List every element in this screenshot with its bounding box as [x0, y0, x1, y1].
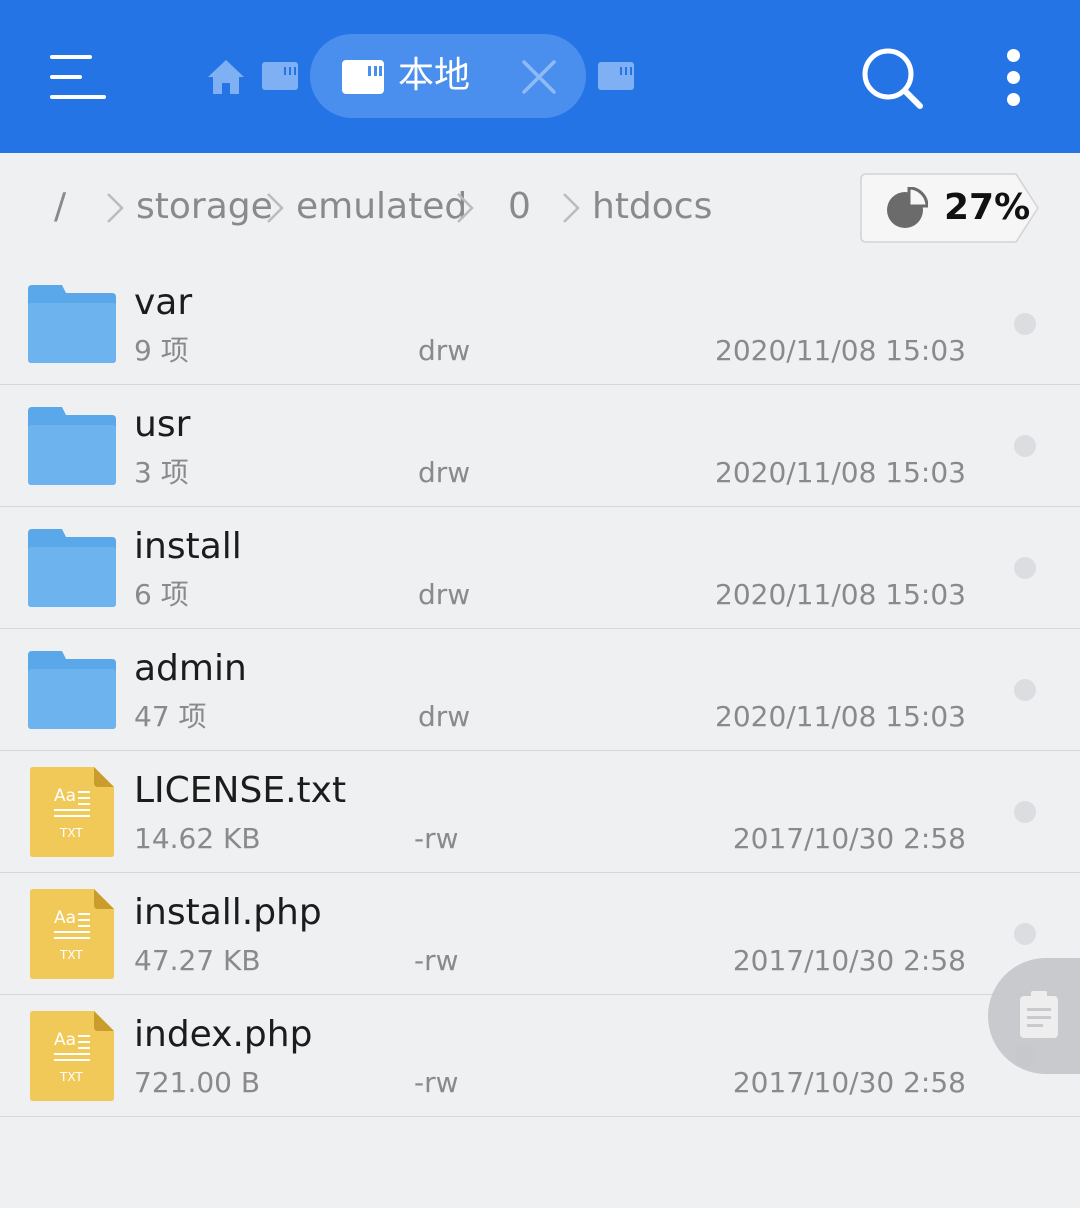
select-checkbox[interactable] — [1014, 557, 1036, 579]
file-name: index.php — [134, 1014, 313, 1055]
file-date: 2020/11/08 15:03 — [715, 456, 966, 489]
svg-text:Aa: Aa — [54, 786, 76, 806]
clipboard-icon — [1020, 991, 1058, 1038]
sd-card-icon[interactable] — [598, 62, 634, 90]
breadcrumb: / storage emulated 0 htdocs 27% — [0, 153, 1080, 263]
svg-text:Aa: Aa — [54, 1030, 76, 1050]
menu-button[interactable] — [40, 45, 116, 109]
file-permissions: -rw — [414, 944, 459, 977]
select-checkbox[interactable] — [1014, 801, 1036, 823]
file-permissions: drw — [418, 700, 471, 733]
menu-icon-line — [50, 75, 82, 79]
menu-icon-line — [50, 95, 106, 99]
text-file-icon: Aa TXT — [30, 889, 114, 983]
tab-label: 本地 — [398, 55, 471, 96]
folder-icon — [28, 651, 116, 733]
folder-icon — [28, 285, 116, 367]
tab-local[interactable]: 本地 — [310, 34, 586, 118]
file-row[interactable]: usr 3 项 drw 2020/11/08 15:03 — [0, 385, 1080, 507]
file-name: LICENSE.txt — [134, 770, 347, 811]
chevron-right-icon — [267, 193, 284, 223]
svg-text:Aa: Aa — [54, 908, 76, 928]
more-vert-icon[interactable] — [990, 44, 1038, 112]
file-date: 2020/11/08 15:03 — [715, 334, 966, 367]
dot — [1007, 93, 1020, 106]
file-permissions: -rw — [414, 822, 459, 855]
select-checkbox[interactable] — [1014, 679, 1036, 701]
item-count: 9 项 — [134, 334, 189, 367]
select-checkbox[interactable] — [1014, 435, 1036, 457]
storage-usage-button[interactable]: 27% — [860, 173, 1040, 243]
dot — [1007, 71, 1020, 84]
file-row[interactable]: install 6 项 drw 2020/11/08 15:03 — [0, 507, 1080, 629]
text-file-icon: Aa TXT — [30, 767, 114, 861]
svg-text:TXT: TXT — [59, 1070, 83, 1084]
file-name: var — [134, 282, 193, 323]
select-checkbox[interactable] — [1014, 313, 1036, 335]
file-row[interactable]: Aa TXT install.php 47.27 KB -rw 2017/10/30 2:… — [0, 873, 1080, 995]
folder-icon — [28, 407, 116, 489]
file-size: 721.00 B — [134, 1066, 261, 1099]
file-name: install — [134, 526, 242, 567]
file-row[interactable]: admin 47 项 drw 2020/11/08 15:03 — [0, 629, 1080, 751]
breadcrumb-storage[interactable]: storage — [136, 185, 273, 229]
search-icon[interactable] — [858, 44, 926, 112]
item-count: 6 项 — [134, 578, 189, 611]
storage-percent: 27% — [944, 187, 1031, 228]
file-row[interactable]: Aa TXT LICENSE.txt 14.62 KB -rw 2017/10/30 2:… — [0, 751, 1080, 873]
breadcrumb-emulated[interactable]: emulated — [296, 185, 467, 229]
home-icon[interactable] — [206, 58, 246, 96]
menu-icon-line — [50, 55, 92, 59]
app-bar: 本地 — [0, 0, 1080, 153]
chevron-right-icon — [563, 193, 580, 223]
file-name: admin — [134, 648, 247, 689]
file-date: 2017/10/30 2:58 — [732, 822, 966, 855]
close-icon[interactable] — [520, 58, 558, 96]
file-permissions: -rw — [414, 1066, 459, 1099]
chevron-right-icon — [107, 193, 124, 223]
file-permissions: drw — [418, 456, 471, 489]
breadcrumb-0[interactable]: 0 — [508, 185, 531, 229]
file-date: 2017/10/30 2:58 — [732, 944, 966, 977]
sd-card-icon — [342, 60, 384, 94]
sd-card-icon[interactable] — [262, 62, 298, 90]
pie-chart-icon — [887, 187, 928, 228]
file-row[interactable]: Aa TXT index.php 721.00 B -rw 2017/10/30 2:58 — [0, 995, 1080, 1117]
svg-text:TXT: TXT — [59, 826, 83, 840]
chevron-right-icon — [457, 193, 474, 223]
file-permissions: drw — [418, 578, 471, 611]
file-name: usr — [134, 404, 191, 445]
select-checkbox[interactable] — [1014, 923, 1036, 945]
svg-text:TXT: TXT — [59, 948, 83, 962]
file-size: 14.62 KB — [134, 822, 261, 855]
item-count: 3 项 — [134, 456, 189, 489]
file-row[interactable]: var 9 项 drw 2020/11/08 15:03 — [0, 263, 1080, 385]
file-name: install.php — [134, 892, 322, 933]
breadcrumb-htdocs[interactable]: htdocs — [592, 185, 712, 229]
text-file-icon: Aa TXT — [30, 1011, 114, 1105]
dot — [1007, 49, 1020, 62]
item-count: 47 项 — [134, 700, 207, 733]
file-size: 47.27 KB — [134, 944, 261, 977]
file-permissions: drw — [418, 334, 471, 367]
breadcrumb-root[interactable]: / — [54, 185, 66, 229]
file-date: 2020/11/08 15:03 — [715, 700, 966, 733]
folder-icon — [28, 529, 116, 611]
file-date: 2017/10/30 2:58 — [732, 1066, 966, 1099]
file-date: 2020/11/08 15:03 — [715, 578, 966, 611]
